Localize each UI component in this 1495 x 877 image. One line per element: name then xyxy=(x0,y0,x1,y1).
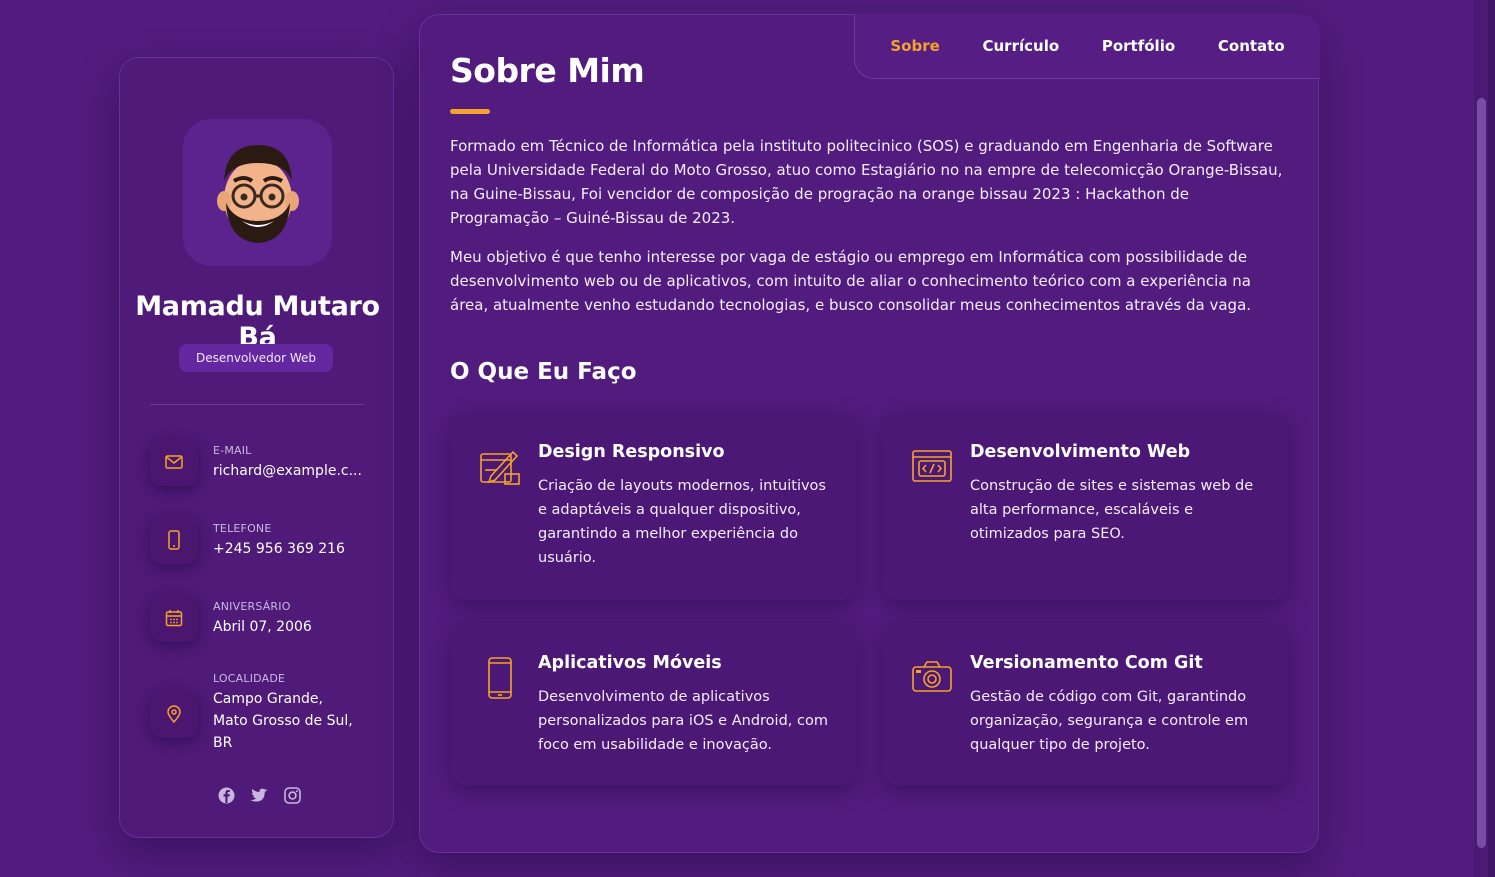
sidebar-divider xyxy=(150,404,364,405)
title-underline xyxy=(450,109,490,114)
memoji-avatar-icon xyxy=(216,144,299,243)
service-title: Desenvolvimento Web xyxy=(970,442,1191,462)
phone-icon xyxy=(150,516,198,564)
services-title: O Que Eu Faço xyxy=(450,359,637,385)
instagram-icon[interactable] xyxy=(282,785,302,805)
nav-sobre[interactable]: Sobre xyxy=(890,37,939,55)
location-pin-icon xyxy=(150,690,198,738)
service-card: Aplicativos Móveis Desenvolvimento de ap… xyxy=(451,623,856,785)
smartphone-icon xyxy=(479,657,521,699)
service-card: Versionamento Com Git Gestão de código c… xyxy=(883,623,1288,785)
page-title: Sobre Mim xyxy=(450,51,645,90)
window-edge xyxy=(1488,0,1495,877)
nav-portfolio[interactable]: Portfólio xyxy=(1102,37,1175,55)
contact-label: LOCALIDADE xyxy=(213,672,286,685)
role-badge: Desenvolvedor Web xyxy=(179,344,333,372)
email-value[interactable]: richard@example.c... xyxy=(213,460,373,482)
code-window-icon xyxy=(911,446,953,488)
about-paragraph-2: Meu objetivo é que tenho interesse por v… xyxy=(450,248,1252,314)
phone-value[interactable]: +245 956 369 216 xyxy=(213,538,373,560)
social-links xyxy=(216,785,306,805)
service-title: Aplicativos Móveis xyxy=(538,653,722,673)
scrollbar-thumb[interactable] xyxy=(1477,98,1486,848)
contact-label: TELEFONE xyxy=(213,522,272,535)
design-icon xyxy=(479,446,521,488)
service-title: Versionamento Com Git xyxy=(970,653,1203,673)
service-text: Construção de sites e sistemas web de al… xyxy=(970,478,1254,542)
about-paragraph-1: Formado em Técnico de Informática pela i… xyxy=(450,137,1283,227)
profile-sidebar: Mamadu Mutaro Bá Desenvolvedor Web E-MAI… xyxy=(119,57,394,838)
camera-icon xyxy=(911,657,953,699)
service-text: Gestão de código com Git, garantindo org… xyxy=(970,689,1249,753)
service-card: Desenvolvimento Web Construção de sites … xyxy=(883,412,1288,600)
calendar-icon xyxy=(150,594,198,642)
facebook-icon[interactable] xyxy=(216,785,236,805)
service-text: Desenvolvimento de aplicativos personali… xyxy=(538,689,828,753)
nav-curriculo[interactable]: Currículo xyxy=(983,37,1060,55)
avatar xyxy=(183,119,332,266)
contact-label: E-MAIL xyxy=(213,444,252,457)
location-value: Campo Grande, Mato Grosso de Sul, BR xyxy=(213,691,353,751)
service-card: Design Responsivo Criação de layouts mod… xyxy=(451,412,856,600)
twitter-icon[interactable] xyxy=(249,785,269,805)
birthday-value: Abril 07, 2006 xyxy=(213,619,312,635)
nav-contato[interactable]: Contato xyxy=(1218,37,1285,55)
service-title: Design Responsivo xyxy=(538,442,725,462)
navbar: Sobre Currículo Portfólio Contato xyxy=(854,14,1320,79)
main-panel: Sobre Currículo Portfólio Contato Sobre … xyxy=(419,14,1320,853)
service-text: Criação de layouts modernos, intuitivos … xyxy=(538,478,826,566)
mail-icon xyxy=(150,438,198,486)
contact-label: ANIVERSÁRIO xyxy=(213,600,291,613)
